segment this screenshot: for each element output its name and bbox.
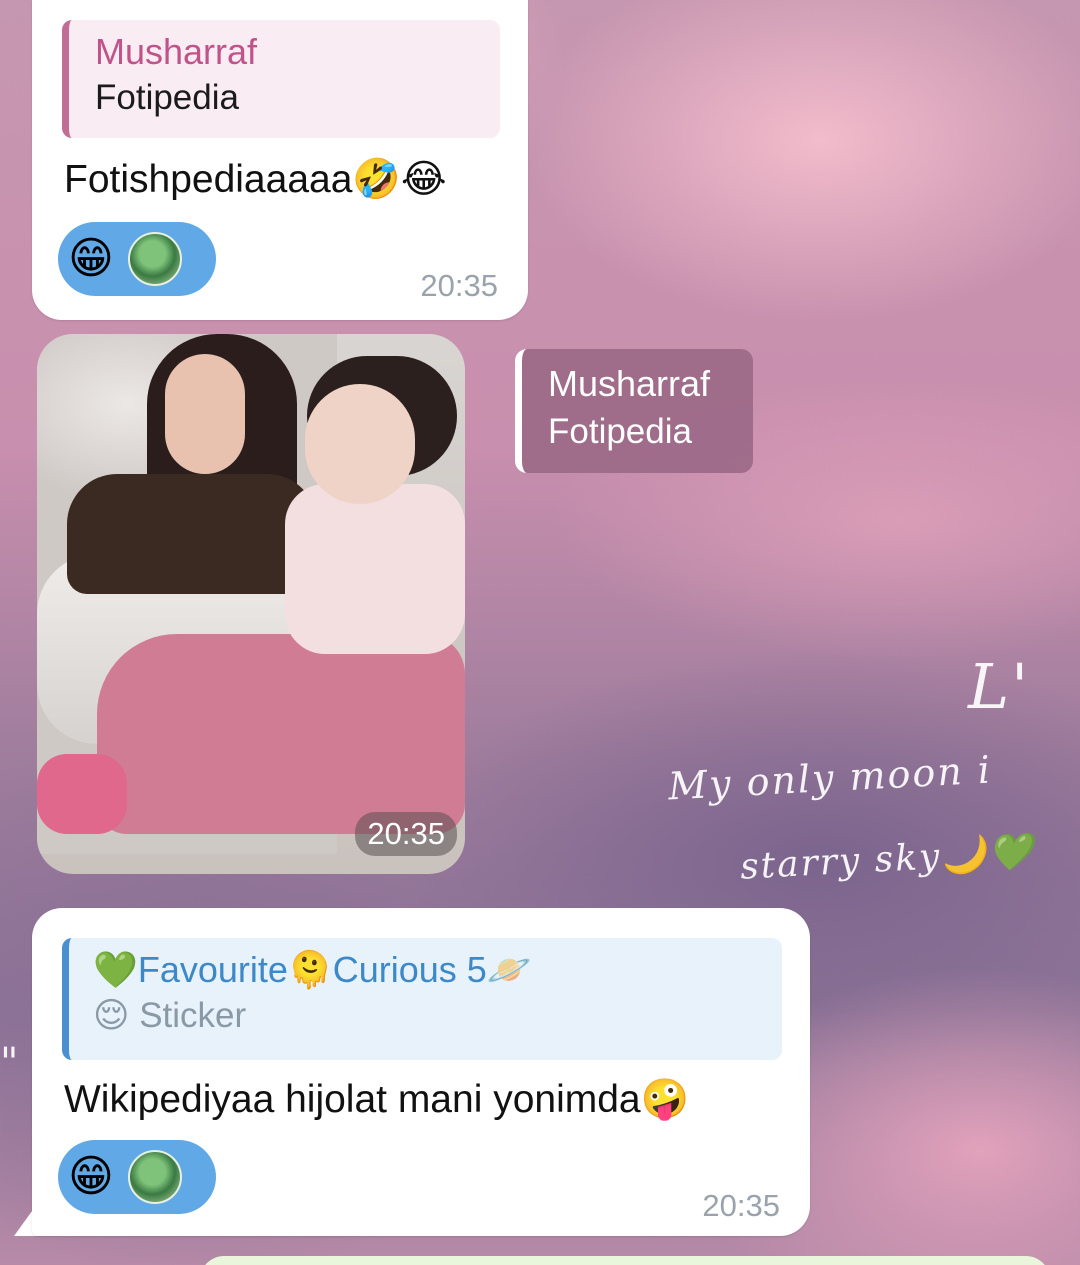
wallpaper-script-initial: L' xyxy=(968,650,1031,723)
reaction-chip[interactable]: 😁 xyxy=(58,222,216,296)
photo-child-pants xyxy=(97,634,465,834)
reply-author: Musharraf xyxy=(548,363,711,404)
wallpaper-script-line-2: starry sky🌙💚 xyxy=(739,831,1036,888)
reply-quote[interactable]: 💚Favourite🫠Curious 5🪐 😌 Sticker xyxy=(62,938,782,1060)
photo-child-sock xyxy=(37,754,127,834)
avatar xyxy=(127,232,182,286)
message-bubble-3[interactable]: 💚Favourite🫠Curious 5🪐 😌 Sticker Wikipedi… xyxy=(32,908,810,1236)
message-time: 20:35 xyxy=(702,1188,780,1223)
photo-woman-face xyxy=(165,354,245,474)
reply-author: 💚Favourite🫠Curious 5🪐 xyxy=(93,949,532,990)
reply-quote[interactable]: Musharraf Fotipedia xyxy=(62,20,500,138)
photo-woman-top xyxy=(67,474,317,594)
next-message-peek xyxy=(200,1256,1050,1265)
grin-emoji-icon: 😁 xyxy=(68,234,114,283)
grin-emoji-icon: 😁 xyxy=(68,1152,114,1201)
reply-text: Fotipedia xyxy=(548,412,692,451)
photo-child-shirt xyxy=(285,484,465,654)
photo-reply-quote[interactable]: Musharraf Fotipedia xyxy=(515,349,753,473)
message-bubble-1[interactable]: Musharraf Fotipedia Fotishpediaaaaa🤣😂 😁 … xyxy=(32,0,528,320)
wallpaper-script-line-1: My only moon i xyxy=(667,747,993,809)
message-text: Wikipediyaa hijolat mani yonimda🤪 xyxy=(64,1078,690,1121)
reply-text: 😌 Sticker xyxy=(93,996,247,1035)
wallpaper-script-quote: " xyxy=(0,1040,21,1086)
reaction-chip[interactable]: 😁 xyxy=(58,1140,216,1214)
reply-author: Musharraf xyxy=(95,31,258,72)
message-time: 20:35 xyxy=(420,268,498,303)
reply-text: Fotipedia xyxy=(95,78,239,117)
avatar xyxy=(127,1150,182,1204)
message-text: Fotishpediaaaaa🤣😂 xyxy=(64,158,447,201)
photo-time: 20:35 xyxy=(355,812,457,856)
photo-child-face xyxy=(305,384,415,504)
photo-message[interactable]: 20:35 xyxy=(37,334,465,874)
